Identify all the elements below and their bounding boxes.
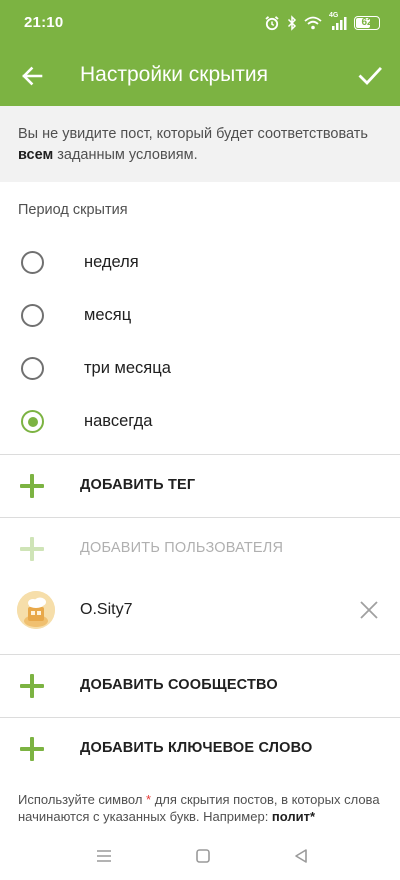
radio-option-forever[interactable]: навсегда [0, 395, 400, 448]
radio-button[interactable] [21, 357, 44, 380]
info-text-bold: всем [18, 147, 54, 163]
toolbar: Настройки скрытия [0, 46, 400, 106]
hint-text-start: Используйте символ [18, 792, 147, 807]
app-header: 21:10 4G 62 Настройки скрытия [0, 0, 400, 106]
user-list-item: O.Sity7 [0, 580, 400, 642]
status-bar: 21:10 4G 62 [0, 0, 400, 46]
user-name: O.Sity7 [80, 601, 133, 618]
radio-option-week[interactable]: неделя [0, 236, 400, 289]
battery-level: 62 [361, 17, 373, 28]
signal-icon: 4G [329, 12, 347, 31]
radio-button[interactable] [21, 304, 44, 327]
status-time: 21:10 [24, 14, 64, 31]
info-notice: Вы не увидите пост, который будет соотве… [0, 106, 400, 182]
radio-button[interactable] [21, 251, 44, 274]
info-text-start: Вы не увидите пост, который будет соотве… [18, 126, 368, 142]
plus-icon [20, 674, 44, 698]
radio-label: три месяца [84, 359, 171, 377]
info-text-end: заданным условиям. [53, 147, 198, 163]
home-square-icon[interactable] [193, 846, 213, 866]
period-label: Период скрытия [18, 202, 128, 218]
system-nav-bar [0, 832, 400, 880]
bluetooth-icon [287, 15, 297, 31]
page-title: Настройки скрытия [80, 63, 268, 86]
radio-label: навсегда [84, 412, 153, 430]
alarm-icon [265, 16, 279, 31]
plus-icon [20, 537, 44, 561]
menu-icon[interactable] [94, 846, 114, 866]
add-keyword-button[interactable]: ДОБАВИТЬ КЛЮЧЕВОЕ СЛОВО [0, 718, 400, 780]
status-icons: 4G 62 [264, 12, 380, 33]
plus-icon [20, 737, 44, 761]
back-triangle-icon[interactable] [291, 846, 311, 866]
radio-option-three-months[interactable]: три месяца [0, 342, 400, 395]
radio-option-month[interactable]: месяц [0, 289, 400, 342]
arrow-left-icon [22, 66, 43, 86]
checkmark-icon [358, 67, 382, 86]
avatar [17, 591, 55, 629]
battery-icon: 62 [354, 16, 380, 30]
add-user-label: ДОБАВИТЬ ПОЛЬЗОВАТЕЛЯ [80, 540, 284, 556]
add-user-button[interactable]: ДОБАВИТЬ ПОЛЬЗОВАТЕЛЯ [0, 518, 400, 580]
add-community-button[interactable]: ДОБАВИТЬ СООБЩЕСТВО [0, 655, 400, 717]
add-community-label: ДОБАВИТЬ СООБЩЕСТВО [80, 677, 278, 693]
close-icon[interactable] [358, 599, 380, 621]
confirm-button[interactable] [352, 58, 388, 94]
radio-button-selected[interactable] [21, 410, 44, 433]
plus-icon [20, 474, 44, 498]
back-button[interactable] [14, 58, 50, 94]
radio-label: месяц [84, 306, 132, 324]
hint-example: полит* [271, 809, 316, 824]
add-tag-button[interactable]: ДОБАВИТЬ ТЕГ [0, 455, 400, 517]
wifi-icon [304, 16, 322, 30]
add-tag-label: ДОБАВИТЬ ТЕГ [80, 477, 196, 493]
add-keyword-label: ДОБАВИТЬ КЛЮЧЕВОЕ СЛОВО [80, 740, 313, 756]
hint-text: Используйте символ * для скрытия постов,… [18, 791, 388, 825]
radio-label: неделя [84, 253, 139, 271]
